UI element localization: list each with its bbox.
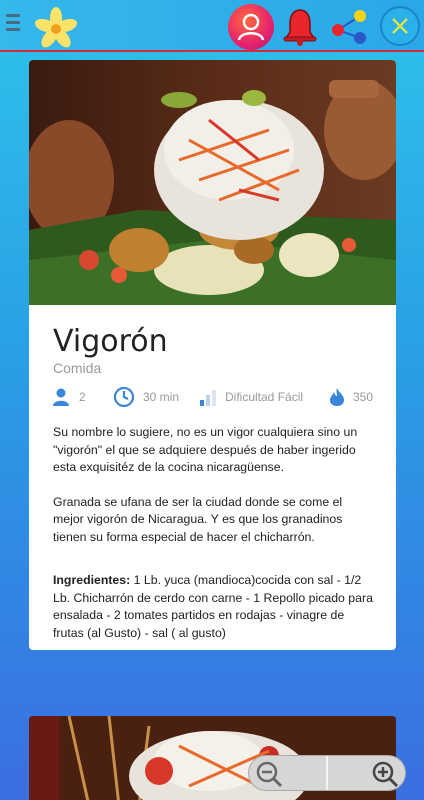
ingredients-label: Ingredientes:	[53, 573, 131, 587]
top-bar	[0, 0, 424, 52]
difficulty-meta: Dificultad Fácil	[199, 386, 303, 408]
time-value: 30 min	[143, 390, 180, 404]
zoom-controls	[248, 755, 406, 791]
description-paragraph-2: Granada se ufana de ser la ciudad donde …	[53, 494, 343, 544]
recipe-category: Comida	[53, 360, 102, 376]
zoom-divider	[326, 756, 328, 790]
recipe-meta-row: 2 30 min Dificultad Fácil 350	[51, 386, 381, 408]
signal-bars-icon	[200, 390, 216, 406]
servings-meta: 2	[51, 386, 86, 408]
description-paragraph-1: Su nombre lo sugiere, no es un vigor cua…	[53, 425, 358, 474]
bell-icon[interactable]	[282, 6, 318, 46]
recipe-description: Su nombre lo sugiere, no es un vigor cua…	[53, 424, 375, 650]
flower-logo-icon[interactable]	[32, 6, 80, 48]
difficulty-value: Dificultad Fácil	[225, 390, 304, 404]
zoom-in-icon[interactable]	[369, 759, 401, 789]
zoom-out-icon[interactable]	[253, 759, 285, 789]
calories-meta: 350	[329, 386, 373, 408]
clock-icon	[113, 386, 135, 408]
close-icon	[392, 18, 408, 34]
calories-value: 350	[353, 390, 374, 404]
servings-value: 2	[79, 390, 86, 404]
recipe-photo	[29, 60, 396, 305]
recipe-card[interactable]: Vigorón Comida 2 30 min Dificultad Fácil	[29, 60, 396, 650]
recipe-title: Vigorón	[53, 324, 168, 359]
close-button[interactable]	[380, 6, 420, 46]
ingredients-paragraph: Ingredientes: 1 Lb. yuca (mandioca)cocid…	[53, 572, 375, 642]
share-icon[interactable]	[330, 8, 370, 46]
time-meta: 30 min	[113, 386, 179, 408]
profile-button[interactable]	[228, 4, 274, 50]
flame-icon	[330, 388, 344, 406]
hamburger-menu-icon[interactable]	[6, 14, 22, 36]
person-icon	[53, 388, 69, 406]
user-profile-icon	[237, 13, 265, 41]
